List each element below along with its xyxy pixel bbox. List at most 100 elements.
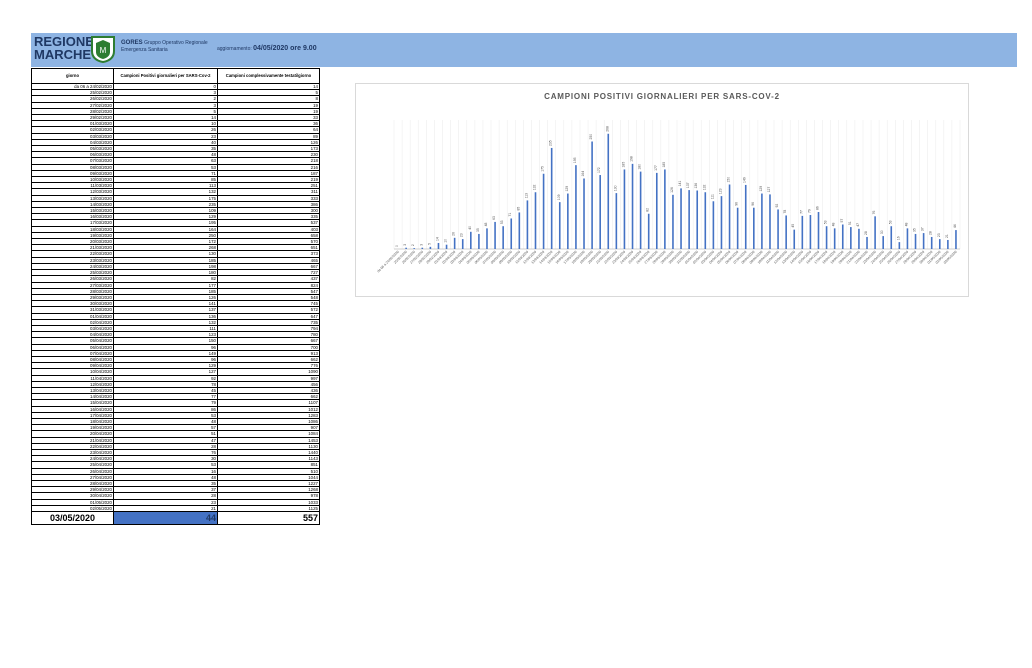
chart-data-label: 198 [630,156,634,162]
chart-bar [542,173,545,249]
chart-bar [858,228,860,249]
chart-data-label: 149 [743,177,747,183]
chart-data-label: 77 [799,210,803,214]
chart-data-label: 37 [921,227,925,231]
chart-bar [817,212,820,249]
chart-data-label: 109 [557,194,561,200]
daily-samples-table: giorno Campioni Positivi giornalieri per… [31,68,320,526]
total-positive: 44 [113,511,218,526]
chart-data-label: 129 [565,186,569,192]
chart-data-label: 130 [613,185,617,191]
chart-bar [599,175,601,249]
report-header: REGIONE MARCHE M GORES Gruppo Operativo … [31,33,1017,67]
chart-data-label: 177 [654,165,658,171]
chart-bar [429,246,432,249]
chart-data-label: 185 [621,162,625,168]
chart-bar [720,196,723,249]
chart-bar [437,242,440,249]
total-day: 03/05/2020 [31,511,114,526]
chart-data-label: 129 [759,186,763,192]
chart-data-label: 57 [840,219,844,223]
chart-data-label: 185 [662,162,666,168]
chart-bar [518,212,521,249]
chart-bar [478,233,480,249]
logo-line-2: MARCHE [34,47,92,62]
chart-bar [801,215,804,249]
chart-data-label: 172 [597,167,601,173]
chart-bar [712,201,715,249]
chart-bar [421,247,424,249]
chart-data-label: 23 [937,233,941,237]
chart-data-label: 30 [880,230,884,234]
chart-data-label: 71 [508,213,512,217]
chart-bar [486,228,488,249]
org-line-1: Gruppo Operativo Regionale [144,40,208,46]
svg-text:M: M [100,46,107,55]
chart-bar [405,247,407,249]
chart-data-label: 21 [945,234,949,238]
chart-data-label: 85 [516,207,520,211]
chart-data-label: 35 [476,228,480,232]
chart-data-label: 127 [767,187,771,193]
chart-bar [615,193,618,249]
chart-bar [494,221,496,249]
chart-data-label: 113 [524,193,528,199]
chart-bar [922,233,925,249]
chart-data-label: 268 [605,126,609,132]
chart-bar [728,184,731,249]
chart-data-label: 53 [500,220,504,224]
chart-bar [777,209,779,249]
chart-data-label: 76 [872,210,876,214]
chart-bar [558,202,561,249]
chart-bar [575,165,577,249]
chart-data-label: 44 [953,224,957,228]
chart-data-label: 14 [435,237,439,241]
chart-bar [947,239,949,249]
chart-bar [647,213,650,249]
chart-bar [413,248,416,249]
update-info: aggiornamento: 04/05/2020 ore 9.00 [217,45,317,52]
chart-data-label: 123 [718,188,722,194]
chart-bar [502,226,504,249]
chart-bar [866,236,868,249]
chart-bar [914,233,917,249]
org-line-2: Emergenza Sanitaria [121,47,168,53]
chart-bar [445,244,448,249]
chart-bar [639,171,642,249]
chart-bar [744,184,747,249]
chart-data-label: 180 [638,164,642,170]
chart-bar [631,163,634,249]
chart-data-label: 141 [678,181,682,187]
chart-data-label: 235 [549,140,553,146]
chart-bar [583,178,585,249]
chart-data-label: 96 [751,202,755,206]
chart-bar [526,200,529,249]
chart-bar [930,236,933,249]
chart-bar [550,147,553,249]
chart-bar [955,230,957,249]
chart-bar [761,193,763,249]
chart-bar [453,237,456,249]
chart-bar [753,207,755,249]
chart-data-label: 2 [411,244,415,246]
chart-data-label: 136 [694,183,698,189]
chart-data-label: 3 [419,244,423,246]
chart-data-label: 78 [783,210,787,214]
chart-data-label: 3 [403,244,407,246]
chart-bar [591,141,593,249]
chart-data-label: 47 [856,223,860,227]
region-emblem-icon: M [91,36,115,63]
chart-data-label: 132 [533,184,537,190]
chart-bar [898,242,901,249]
chart-data-label: 132 [702,184,706,190]
chart-data-label: 28 [929,231,933,235]
chart-bar [841,224,844,249]
chart-data-label: 45 [791,224,795,228]
chart-bar [688,190,690,249]
column-header-tested: Campioni complessivamente testati/giorno [217,68,320,84]
chart-data-label: 53 [888,220,892,224]
chart-data-label: 48 [484,222,488,226]
chart-data-label: 26 [452,232,456,236]
chart-data-label: 92 [775,204,779,208]
chart-data-label: 51 [848,221,852,225]
